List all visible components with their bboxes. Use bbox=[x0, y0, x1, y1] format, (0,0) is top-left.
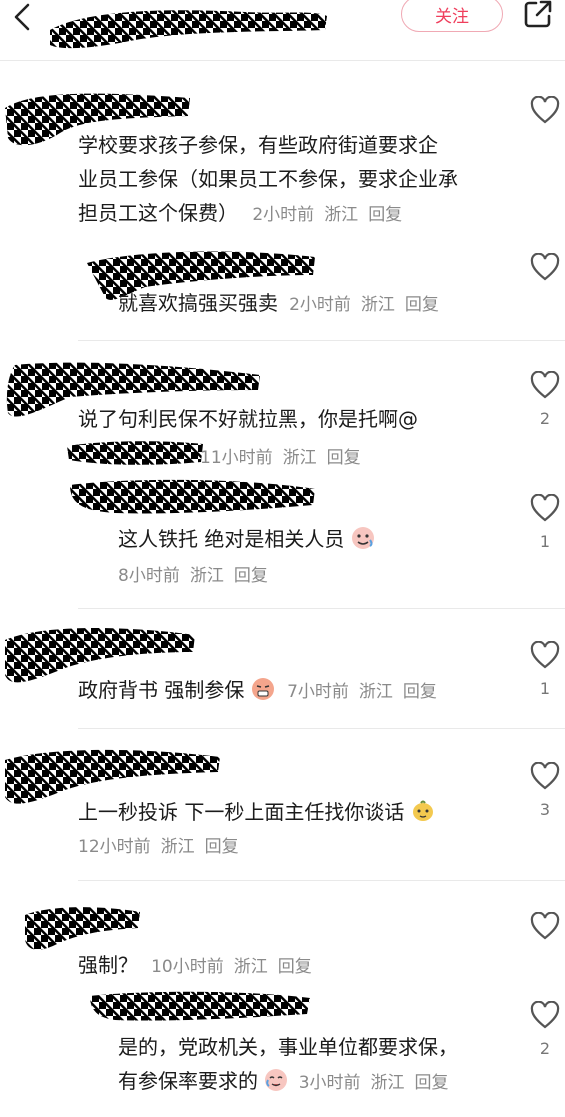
like-count: 2 bbox=[539, 1039, 551, 1058]
reply-button[interactable]: 回复 bbox=[415, 1073, 449, 1093]
share-icon[interactable] bbox=[522, 0, 554, 30]
mention-redaction bbox=[67, 441, 203, 465]
heart-icon[interactable] bbox=[530, 494, 560, 522]
comment-text: 说了句利民保不好就拉黑，你是托啊@ bbox=[78, 407, 418, 431]
follow-button[interactable]: 关注 bbox=[401, 0, 503, 32]
reply-button[interactable]: 回复 bbox=[205, 837, 239, 857]
like-count: 1 bbox=[539, 679, 551, 698]
reply-button[interactable]: 回复 bbox=[368, 205, 402, 225]
reply-meta: 8小时前 浙江 回复 bbox=[118, 561, 278, 586]
heart-icon[interactable] bbox=[530, 253, 560, 281]
reply-button[interactable]: 回复 bbox=[234, 566, 268, 586]
comment-location: 浙江 bbox=[282, 448, 317, 468]
comment-divider bbox=[78, 728, 565, 729]
comment-meta: 11小时前 浙江 回复 bbox=[200, 443, 371, 468]
reply-button[interactable]: 回复 bbox=[403, 682, 437, 702]
comment-text-row: 强制？ 10小时前 浙江 回复 bbox=[78, 948, 322, 982]
comment-time: 7小时前 bbox=[287, 682, 349, 702]
comment-text: 上一秒投诉 下一秒上面主任找你谈话 bbox=[78, 795, 435, 829]
comment-text: 强制？ bbox=[78, 953, 138, 977]
comment-text: 政府背书 强制参保 7小时前 浙江 回复 bbox=[78, 678, 437, 702]
header-divider bbox=[0, 60, 565, 61]
reply-button[interactable]: 回复 bbox=[327, 448, 361, 468]
comment-divider bbox=[78, 608, 565, 609]
heart-icon[interactable] bbox=[530, 912, 560, 940]
like-count: 1 bbox=[539, 532, 551, 551]
comment-location: 浙江 bbox=[160, 837, 195, 857]
comment-divider bbox=[78, 880, 565, 881]
back-arrow-icon[interactable] bbox=[8, 2, 38, 32]
heart-icon[interactable] bbox=[530, 371, 560, 399]
reply-time: 3小时前 bbox=[298, 1073, 361, 1093]
emoji-icon bbox=[265, 1069, 288, 1091]
like-count: 3 bbox=[539, 800, 551, 819]
reply-location: 浙江 bbox=[370, 1073, 405, 1093]
heart-icon[interactable] bbox=[530, 762, 560, 790]
emoji-icon bbox=[412, 800, 433, 821]
reply-button[interactable]: 回复 bbox=[278, 957, 312, 977]
comment-meta: 12小时前 浙江 回复 bbox=[78, 832, 249, 857]
reply-time: 8小时前 bbox=[118, 566, 180, 586]
comment-time: 10小时前 bbox=[151, 957, 224, 977]
reply-avatar-redaction bbox=[90, 991, 310, 1021]
reply-text: 就喜欢搞强买强卖 bbox=[118, 291, 278, 315]
reply-text: 是的，党政机关，事业单位都要求保， 有参保率要求的 3小时前 浙江 回复 bbox=[118, 1035, 458, 1093]
heart-icon[interactable] bbox=[530, 96, 560, 124]
comment-time: 2小时前 bbox=[252, 205, 315, 225]
heart-icon[interactable] bbox=[530, 641, 560, 669]
emoji-icon bbox=[251, 678, 274, 700]
reply-item: 就喜欢搞强买强卖 2小时前 浙江 回复 bbox=[118, 286, 449, 320]
reply-time: 2小时前 bbox=[289, 295, 351, 315]
heart-icon[interactable] bbox=[530, 1001, 560, 1029]
reply-location: 浙江 bbox=[189, 566, 224, 586]
like-count: 2 bbox=[539, 409, 551, 428]
reply-button[interactable]: 回复 bbox=[405, 295, 439, 315]
username-redaction bbox=[50, 10, 327, 49]
reply-text: 这人铁托 绝对是相关人员 bbox=[118, 522, 375, 556]
comment-location: 浙江 bbox=[358, 682, 393, 702]
comment-time: 11小时前 bbox=[200, 448, 273, 468]
avatar-redaction bbox=[25, 907, 140, 950]
reply-location: 浙江 bbox=[360, 295, 395, 315]
comment-time: 12小时前 bbox=[78, 837, 151, 857]
comment-location: 浙江 bbox=[233, 957, 268, 977]
comment-divider bbox=[78, 340, 565, 341]
comment-location: 浙江 bbox=[324, 205, 359, 225]
comment-text: 学校要求孩子参保，有些政府街道要求企 业员工参保（如果员工不参保，要求企业承 担… bbox=[78, 133, 458, 225]
emoji-icon bbox=[351, 527, 374, 549]
reply-avatar-redaction bbox=[70, 479, 315, 514]
